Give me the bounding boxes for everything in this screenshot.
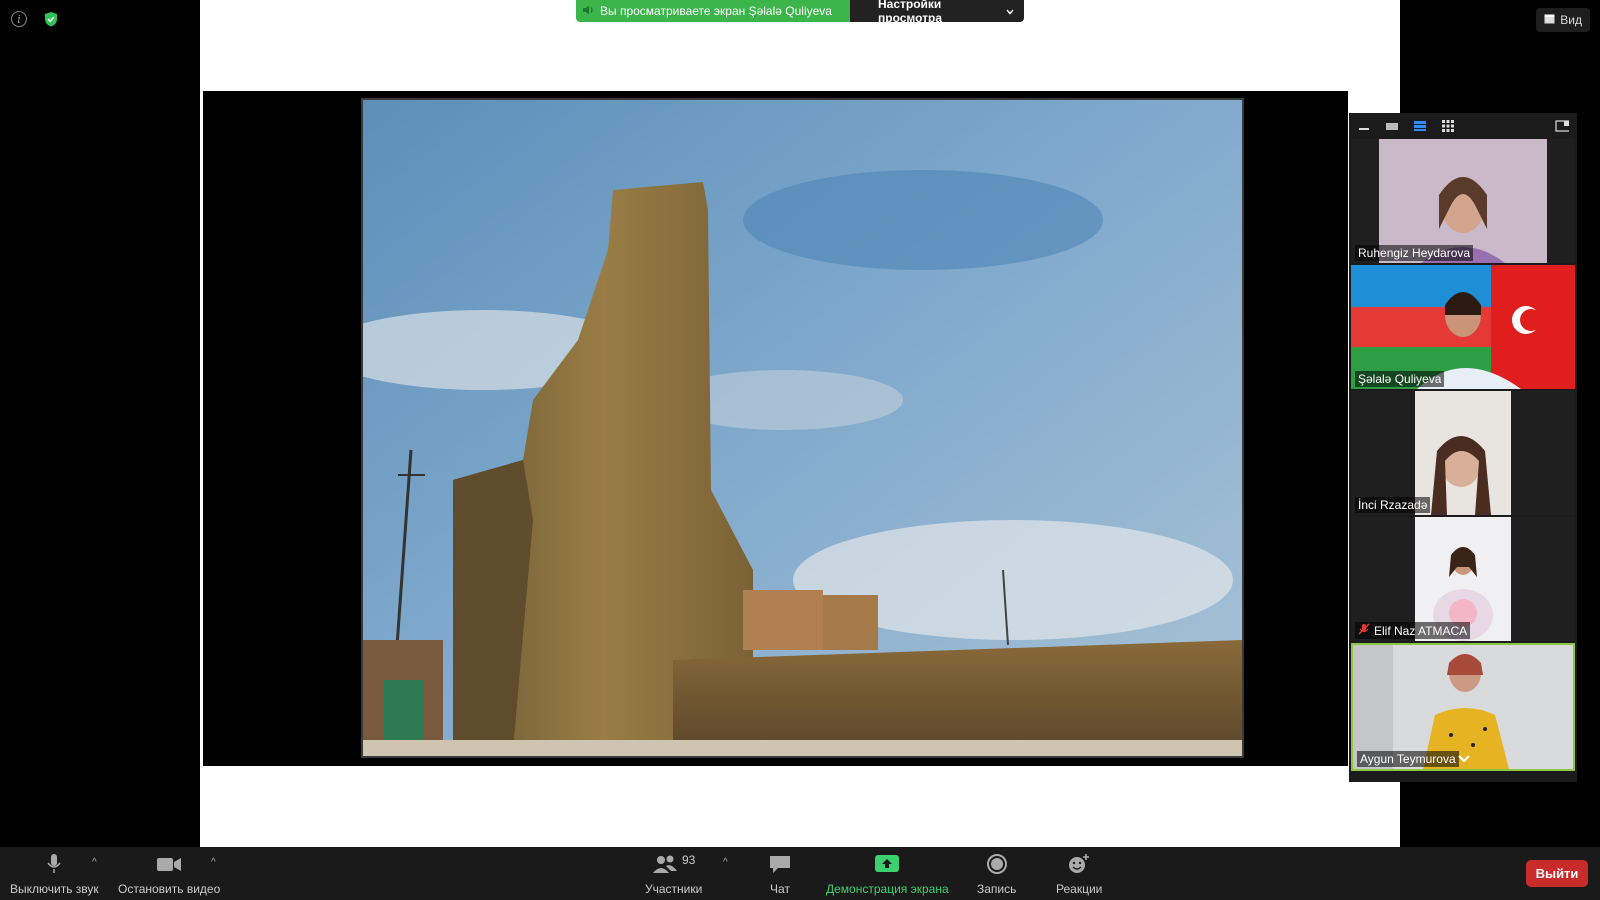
stop-video-label: Остановить видео	[118, 882, 221, 896]
view-settings-label: Настройки просмотра	[878, 0, 943, 22]
leave-meeting-button[interactable]: Выйти	[1526, 860, 1588, 887]
reactions-label: Реакции	[1056, 882, 1103, 896]
share-screen-label: Демонстрация экрана	[826, 882, 949, 896]
audio-options-caret-icon[interactable]: ^	[92, 857, 97, 868]
participant-tile-active-speaker[interactable]: Aygun Teymurova	[1351, 643, 1575, 771]
microphone-icon	[46, 853, 62, 878]
view-label: Вид	[1560, 13, 1582, 27]
chevron-down-icon	[1006, 4, 1014, 18]
video-options-caret-icon[interactable]: ^	[211, 857, 216, 868]
participant-tile[interactable]: Ruhengiz Heydarova	[1351, 139, 1575, 263]
participant-name: İnci Rzazadə	[1355, 497, 1431, 513]
viewing-status-text: Вы просматриваете экран Şəlalə Quliyeva	[600, 4, 832, 18]
info-icon[interactable]: i	[11, 11, 27, 27]
meeting-toolbar: Выключить звук ^ Остановить видео ^ 93 У…	[0, 847, 1600, 900]
video-camera-icon	[156, 853, 182, 878]
participant-name: Ruhengiz Heydarova	[1355, 245, 1474, 261]
participant-tile[interactable]: Elif Naz ATMACA	[1351, 517, 1575, 641]
share-screen-icon	[874, 853, 900, 878]
participants-label: Участники	[645, 882, 703, 896]
chat-label: Чат	[770, 882, 790, 896]
chat-button[interactable]: Чат	[768, 853, 792, 896]
record-button[interactable]: Запись	[977, 853, 1016, 896]
view-button[interactable]: Вид	[1536, 8, 1590, 32]
participants-options-caret-icon[interactable]: ^	[723, 857, 728, 868]
stop-video-button[interactable]: Остановить видео	[118, 853, 220, 896]
mute-label: Выключить звук	[10, 882, 99, 896]
meeting-stage: i Вы просматриваете экран Şəlalə Quliyev…	[0, 0, 1600, 847]
single-view-icon[interactable]	[1385, 120, 1399, 132]
screen-share-banner: Вы просматриваете экран Şəlalə Quliyeva …	[576, 0, 1024, 22]
share-screen-button[interactable]: Демонстрация экрана	[826, 853, 949, 896]
participant-gallery: Ruhengiz Heydarova Şəlalə Quliyeva İnci …	[1349, 113, 1577, 782]
record-icon	[986, 853, 1008, 878]
calendar-grid-icon	[1544, 13, 1555, 27]
grid-view-icon[interactable]	[1441, 120, 1455, 132]
participant-name: Elif Naz ATMACA	[1355, 622, 1471, 639]
participant-name: Aygun Teymurova	[1357, 751, 1459, 767]
mute-button[interactable]: Выключить звук	[10, 853, 99, 896]
muted-mic-icon	[1358, 623, 1370, 638]
encryption-shield-icon[interactable]	[43, 11, 59, 27]
reactions-button[interactable]: Реакции	[1056, 853, 1102, 896]
shared-screen	[200, 0, 1400, 847]
participants-icon	[652, 853, 678, 878]
chevron-down-icon[interactable]	[1457, 751, 1471, 769]
viewing-status: Вы просматриваете экран Şəlalə Quliyeva	[576, 0, 850, 22]
minimize-icon[interactable]	[1357, 120, 1371, 132]
smiley-plus-icon	[1067, 853, 1091, 878]
slide-video-frame	[203, 91, 1348, 766]
record-label: Запись	[977, 882, 1017, 896]
participants-button[interactable]: 93 Участники	[645, 853, 702, 896]
chat-bubble-icon	[768, 853, 792, 878]
participants-count: 93	[681, 853, 696, 867]
pop-out-icon[interactable]	[1555, 120, 1569, 132]
tower-photo	[361, 98, 1244, 758]
participant-name: Şəlalə Quliyeva	[1355, 371, 1445, 387]
view-settings-button[interactable]: Настройки просмотра	[850, 0, 1024, 22]
speaker-icon	[582, 4, 594, 18]
gallery-toolbar	[1349, 113, 1577, 139]
participant-tile[interactable]: İnci Rzazadə	[1351, 391, 1575, 515]
strip-view-icon[interactable]	[1413, 120, 1427, 132]
participant-tile[interactable]: Şəlalə Quliyeva	[1351, 265, 1575, 389]
